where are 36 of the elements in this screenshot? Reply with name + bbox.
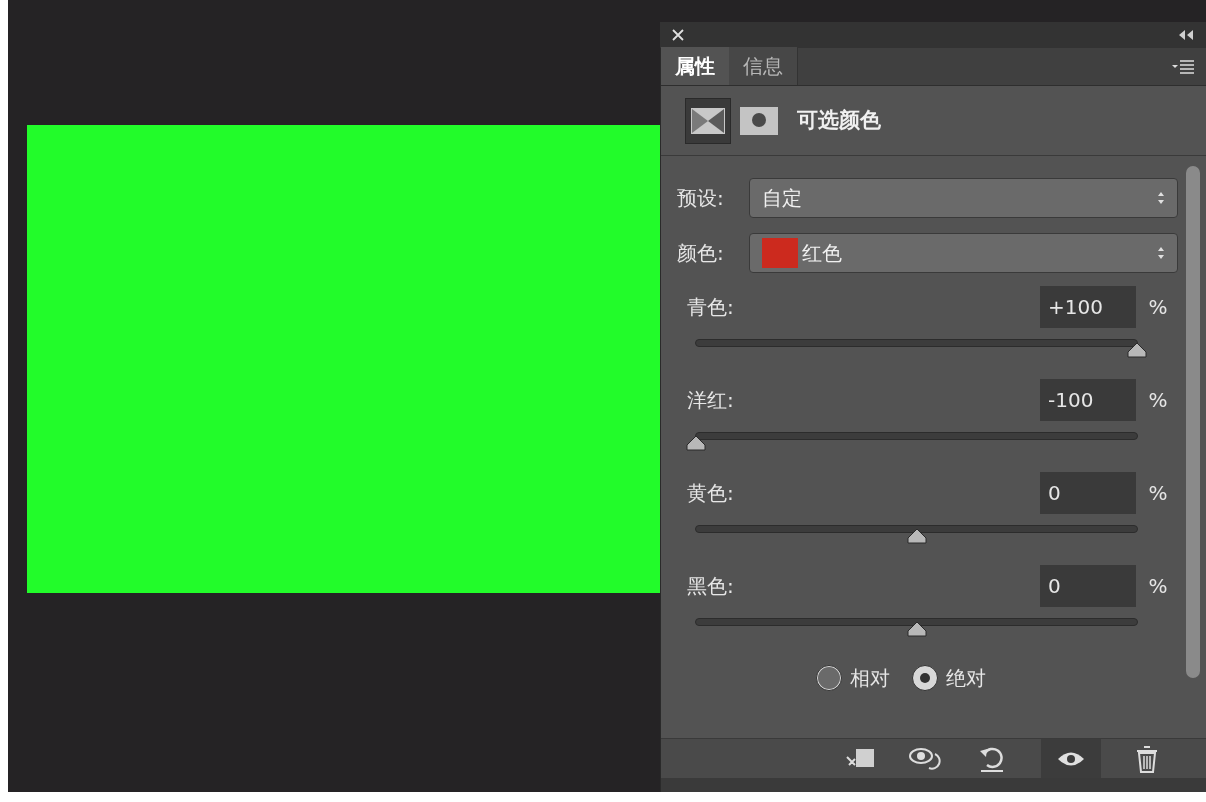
slider-thumb[interactable] bbox=[1126, 342, 1148, 358]
collapse-icon[interactable] bbox=[1178, 30, 1194, 40]
color-dropdown[interactable]: 红色 bbox=[749, 233, 1178, 273]
percent-label: % bbox=[1147, 387, 1169, 414]
scrollbar[interactable] bbox=[1186, 166, 1200, 678]
panel-menu-icon[interactable] bbox=[1172, 59, 1194, 74]
slider-label: 洋红: bbox=[687, 387, 735, 414]
adjustment-title: 可选颜色 bbox=[797, 106, 881, 134]
slider-label: 青色: bbox=[687, 294, 735, 321]
preset-label: 预设: bbox=[677, 185, 725, 212]
slider-label: 黄色: bbox=[687, 480, 735, 507]
value-field[interactable]: 0 bbox=[1040, 472, 1136, 514]
adjustment-icon bbox=[690, 106, 726, 135]
trash-icon[interactable] bbox=[1135, 744, 1159, 773]
value-field[interactable]: -100 bbox=[1040, 379, 1136, 421]
slider-label: 黑色: bbox=[687, 573, 735, 600]
adjustment-icon-button[interactable] bbox=[685, 97, 731, 144]
panel-tab[interactable]: 信息 bbox=[729, 47, 798, 85]
radio-option[interactable]: 相对 bbox=[815, 663, 890, 693]
preset-dropdown[interactable]: 自定 bbox=[749, 178, 1178, 218]
value-field[interactable]: +100 bbox=[1040, 286, 1136, 328]
percent-label: % bbox=[1147, 480, 1169, 507]
panel-tab[interactable]: 属性 bbox=[661, 47, 729, 85]
color-label: 颜色: bbox=[677, 240, 725, 267]
slider-thumb[interactable] bbox=[905, 528, 928, 544]
value-field[interactable]: 0 bbox=[1040, 565, 1136, 607]
slider-thumb[interactable] bbox=[685, 435, 707, 451]
close-icon[interactable] bbox=[672, 29, 684, 41]
mask-icon[interactable] bbox=[739, 105, 779, 136]
up-down-arrows-icon bbox=[1157, 191, 1165, 205]
percent-label: % bbox=[1147, 573, 1169, 600]
radio-option[interactable]: 绝对 bbox=[911, 663, 986, 693]
up-down-arrows-icon bbox=[1157, 246, 1165, 260]
percent-label: % bbox=[1147, 294, 1169, 321]
slider-thumb[interactable] bbox=[905, 621, 928, 637]
eye-reset-icon[interactable] bbox=[909, 745, 943, 772]
